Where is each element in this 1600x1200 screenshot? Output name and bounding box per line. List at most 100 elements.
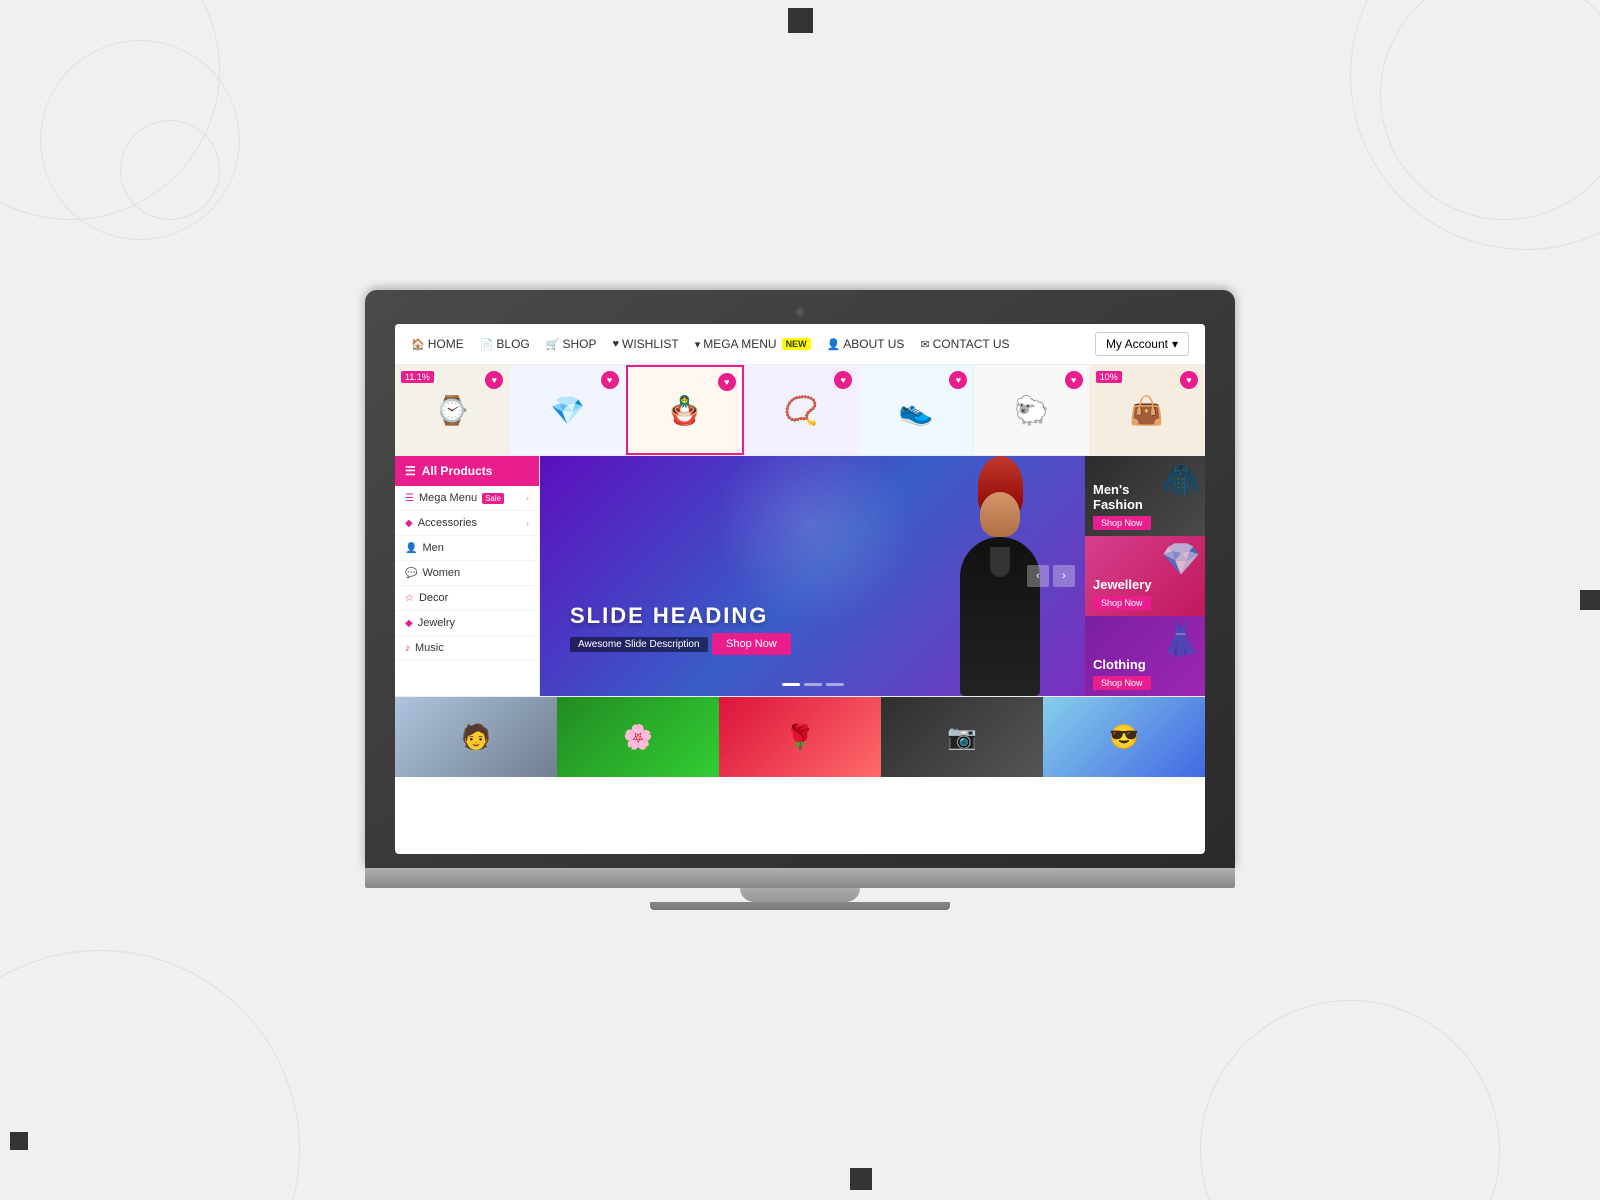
jewellery-icon: 💎 xyxy=(1161,540,1201,578)
laptop-screen: 🏠 HOME 📄 BLOG 🛒 SHOP ♥ WISHLIST xyxy=(395,324,1205,854)
sidebar-women-label: Women xyxy=(422,567,460,579)
nav-mega-label: MEGA MENU xyxy=(703,337,776,351)
discount-badge-7: 10% xyxy=(1096,371,1122,383)
hero-slider: SLIDE HEADING Awesome Slide Description … xyxy=(540,456,1085,696)
bg-square-1 xyxy=(788,8,813,33)
hero-content: SLIDE HEADING Awesome Slide Description … xyxy=(570,603,791,656)
nav-wishlist[interactable]: ♥ WISHLIST xyxy=(612,337,678,351)
nav-contact[interactable]: ✉ CONTACT US xyxy=(920,337,1009,351)
music-icon: ♪ xyxy=(405,643,410,654)
new-badge: NEW xyxy=(782,338,811,350)
clothing-title: Clothing xyxy=(1093,657,1197,673)
bg-square-2 xyxy=(1580,590,1600,610)
slider-prev-button[interactable]: ‹ xyxy=(1027,565,1049,587)
gallery-item-4[interactable]: 📷 xyxy=(881,697,1043,777)
product-image-1: ⌚ xyxy=(412,375,492,445)
shop-icon: 🛒 xyxy=(546,338,560,351)
carousel-item-4[interactable]: 📿 ♥ xyxy=(744,365,859,455)
nav-contact-label: CONTACT US xyxy=(933,337,1010,351)
sidebar-item-mega-menu[interactable]: ☰ Mega Menu Sale › xyxy=(395,486,539,511)
sidebar-accessories-left: ◆ Accessories xyxy=(405,517,477,529)
carousel-item-7[interactable]: 10% 👜 ♥ xyxy=(1090,365,1205,455)
bg-circle-5 xyxy=(1380,0,1600,220)
nav-home[interactable]: 🏠 HOME xyxy=(411,337,464,351)
wishlist-btn-6[interactable]: ♥ xyxy=(1065,371,1083,389)
sidebar-item-music[interactable]: ♪ Music xyxy=(395,636,539,661)
gallery-item-5[interactable]: 😎 xyxy=(1043,697,1205,777)
nav-about[interactable]: 👤 ABOUT US xyxy=(827,337,905,351)
nav-home-label: HOME xyxy=(428,337,464,351)
clothing-shop-btn[interactable]: Shop Now xyxy=(1093,676,1151,690)
sidebar-decor-left: ☆ Decor xyxy=(405,592,448,604)
slider-dot-1[interactable] xyxy=(782,683,800,686)
gallery-item-1[interactable]: 🧑 xyxy=(395,697,557,777)
carousel-item-1[interactable]: 11.1% ⌚ ♥ xyxy=(395,365,510,455)
wishlist-btn-1[interactable]: ♥ xyxy=(485,371,503,389)
panel-mens-fashion: 🧥 Men'sFashion Shop Now xyxy=(1085,456,1205,536)
hero-description: Awesome Slide Description xyxy=(570,637,708,652)
account-dropdown-icon: ▾ xyxy=(1172,337,1178,351)
model-head xyxy=(980,492,1020,537)
wishlist-btn-3[interactable]: ♥ xyxy=(718,373,736,391)
sidebar-menu-icon: ☰ xyxy=(405,464,416,478)
decor-icon: ☆ xyxy=(405,593,414,604)
sidebar-men-left: 👤 Men xyxy=(405,542,444,554)
sidebar: ☰ All Products ☰ Mega Menu Sale › xyxy=(395,456,540,696)
gallery-item-3[interactable]: 🌹 xyxy=(719,697,881,777)
hero-shop-now-button[interactable]: Shop Now xyxy=(712,633,791,655)
nav-blog-label: BLOG xyxy=(496,337,529,351)
sidebar-accessories-label: Accessories xyxy=(418,517,477,529)
jewellery-title: Jewellery xyxy=(1093,577,1197,593)
sidebar-item-men[interactable]: 👤 Men xyxy=(395,536,539,561)
my-account-button[interactable]: My Account ▾ xyxy=(1095,332,1189,356)
slider-dot-2[interactable] xyxy=(804,683,822,686)
carousel-item-3[interactable]: 🪆 ♥ xyxy=(626,365,744,455)
sidebar-header-label: All Products xyxy=(422,464,493,478)
gallery-img-5: 😎 xyxy=(1043,697,1205,777)
mens-fashion-shop-btn[interactable]: Shop Now xyxy=(1093,516,1151,530)
bg-circle-1 xyxy=(0,0,220,220)
bg-square-3 xyxy=(10,1132,28,1150)
nav-mega-menu[interactable]: ▾ MEGA MENU NEW xyxy=(695,337,811,351)
sidebar-men-label: Men xyxy=(422,542,443,554)
bg-circle-4 xyxy=(1350,0,1600,250)
sidebar-item-mega-left: ☰ Mega Menu Sale xyxy=(405,492,504,504)
laptop-camera xyxy=(796,308,804,316)
laptop-foot xyxy=(650,902,950,910)
sidebar-mega-label: Mega Menu xyxy=(419,492,477,504)
gallery-item-2[interactable]: 🌸 xyxy=(557,697,719,777)
slider-dots xyxy=(782,683,844,686)
sidebar-item-jewelry[interactable]: ◆ Jewelry xyxy=(395,611,539,636)
wishlist-btn-4[interactable]: ♥ xyxy=(834,371,852,389)
panel-jewellery: 💎 Jewellery Shop Now xyxy=(1085,536,1205,616)
sidebar-jewelry-left: ◆ Jewelry xyxy=(405,617,455,629)
accessories-icon: ◆ xyxy=(405,518,413,529)
home-icon: 🏠 xyxy=(411,338,425,351)
contact-icon: ✉ xyxy=(920,338,929,351)
sidebar-arrow-mega: › xyxy=(526,493,529,503)
slider-next-button[interactable]: › xyxy=(1053,565,1075,587)
wishlist-btn-2[interactable]: ♥ xyxy=(601,371,619,389)
nav-shop-label: SHOP xyxy=(562,337,596,351)
nav-wishlist-label: WISHLIST xyxy=(622,337,679,351)
mega-menu-icon: ▾ xyxy=(695,338,701,351)
nav-shop[interactable]: 🛒 SHOP xyxy=(546,337,597,351)
nav-blog[interactable]: 📄 BLOG xyxy=(480,337,530,351)
sidebar-item-women[interactable]: 💬 Women xyxy=(395,561,539,586)
gallery-img-1: 🧑 xyxy=(395,697,557,777)
carousel-item-2[interactable]: 💎 ♥ xyxy=(510,365,625,455)
jewellery-shop-btn[interactable]: Shop Now xyxy=(1093,596,1151,610)
bottom-gallery: 🧑 🌸 🌹 📷 😎 xyxy=(395,696,1205,777)
carousel-item-6[interactable]: 🐑 ♥ xyxy=(974,365,1089,455)
carousel-item-5[interactable]: 👟 ♥ xyxy=(859,365,974,455)
model-body xyxy=(960,537,1040,696)
wishlist-btn-7[interactable]: ♥ xyxy=(1180,371,1198,389)
hero-light xyxy=(713,456,913,626)
product-image-2: 💎 xyxy=(527,375,607,445)
sidebar-item-decor[interactable]: ☆ Decor xyxy=(395,586,539,611)
slider-dot-3[interactable] xyxy=(826,683,844,686)
wishlist-btn-5[interactable]: ♥ xyxy=(949,371,967,389)
sidebar-item-accessories[interactable]: ◆ Accessories › xyxy=(395,511,539,536)
gallery-img-3: 🌹 xyxy=(719,697,881,777)
sidebar-decor-label: Decor xyxy=(419,592,448,604)
